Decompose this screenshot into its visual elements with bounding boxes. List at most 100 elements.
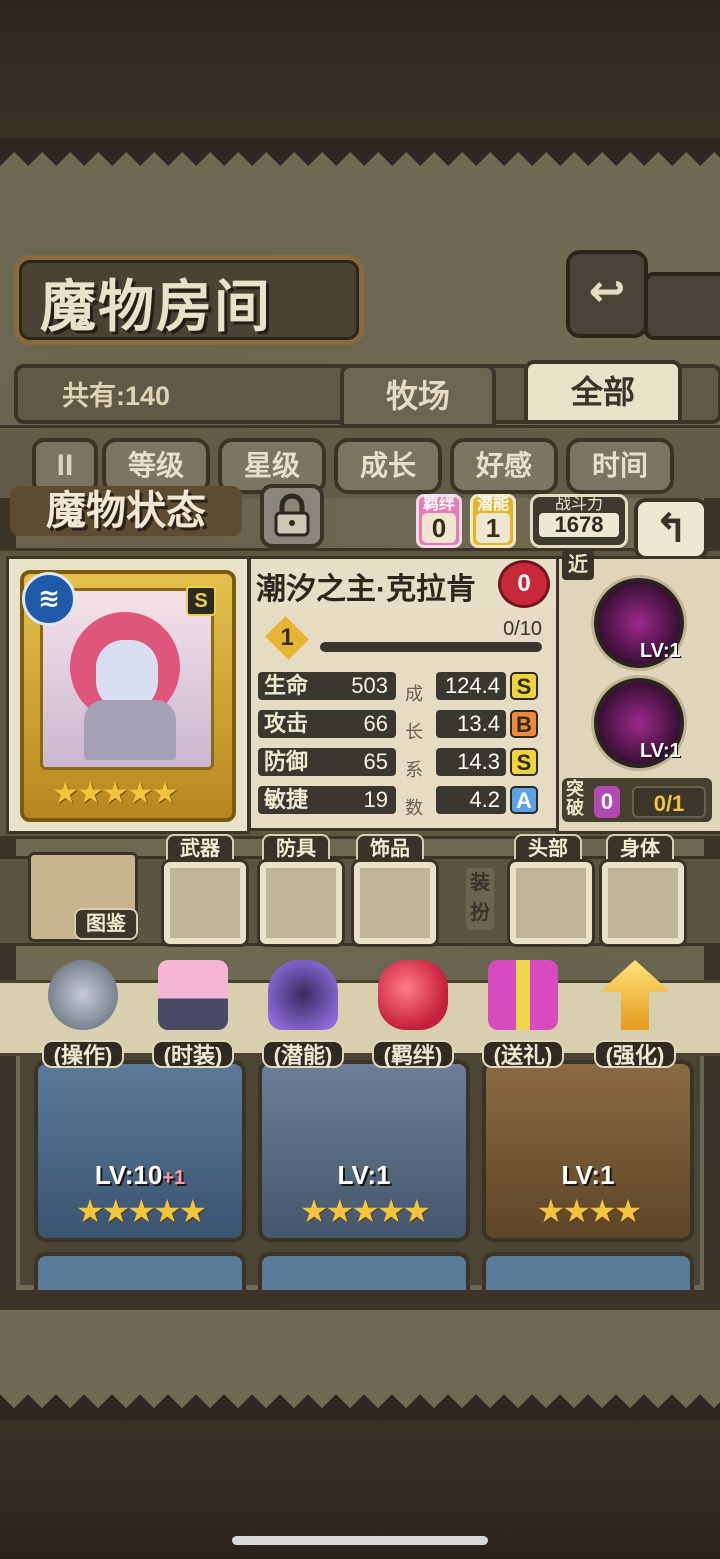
level-text: LV:10 <box>94 1160 163 1190</box>
potential-indicator: 潜能 1 <box>470 494 516 548</box>
page-title: 魔物房间 <box>40 275 272 340</box>
grade-badge-agility: A <box>510 786 538 814</box>
gear-icon <box>48 960 118 1030</box>
stat-key: 敏捷 <box>264 787 309 812</box>
action-label: (送礼) <box>482 1040 564 1068</box>
armor-slot-label: 防具 <box>262 834 330 864</box>
costume-icon <box>158 960 228 1030</box>
power-label: 战斗力 <box>554 496 603 513</box>
skill-level: LV:1 <box>640 640 681 662</box>
hearts-icon <box>378 960 448 1030</box>
lock-icon-graphic <box>274 493 310 537</box>
body-slot-label: 身体 <box>606 834 674 864</box>
stat-key: 防御 <box>264 749 309 774</box>
back-icon[interactable]: ↩ <box>566 250 648 338</box>
action-label: (潜能) <box>262 1040 344 1068</box>
tab-ranch[interactable]: 牧场 <box>340 364 496 428</box>
growth-value-attack: 13.4 <box>436 710 506 738</box>
accessory-slot-label: 饰品 <box>356 834 424 864</box>
shadow-icon <box>268 960 338 1030</box>
monster-card-stars: ★★★★★ <box>299 1193 431 1229</box>
action-label: (操作) <box>42 1040 124 1068</box>
bond-label: 羁绊 <box>422 496 455 513</box>
weapon-slot-label: 武器 <box>166 834 234 864</box>
potential-value: 1 <box>476 513 510 543</box>
frame-bottom <box>0 1290 720 1310</box>
power-value: 1678 <box>539 513 619 537</box>
grade-badge-hp: S <box>510 672 538 700</box>
sort-affection-button[interactable]: 好感 <box>450 438 558 494</box>
costume-button[interactable]: (时装) <box>148 960 238 1068</box>
growth-label-char: 数 <box>405 798 423 818</box>
return-icon[interactable]: ↰ <box>634 498 708 560</box>
action-label: (强化) <box>594 1040 676 1068</box>
monster-card-level: LV:1 <box>337 1160 391 1190</box>
body-slot[interactable] <box>602 862 684 944</box>
skill-level: LV:1 <box>640 740 681 762</box>
weapon-slot[interactable] <box>164 862 246 944</box>
dress-label: 装扮 <box>466 868 494 930</box>
gift-button[interactable]: (送礼) <box>478 960 568 1068</box>
growth-label-char: 长 <box>405 722 423 742</box>
water-element-icon: ≋ <box>22 572 76 626</box>
bond-button[interactable]: (羁绊) <box>368 960 458 1068</box>
breakthrough-label: 突破 <box>566 779 584 818</box>
armor-slot[interactable] <box>260 862 342 944</box>
level-bonus: +1 <box>162 1167 186 1189</box>
potential-label: 潜能 <box>476 496 509 513</box>
sort-growth-button[interactable]: 成长 <box>334 438 442 494</box>
grade-badge-attack: B <box>510 710 538 738</box>
portrait-body <box>84 700 176 760</box>
level-value: 1 <box>280 624 294 651</box>
exp-bar <box>320 642 542 652</box>
power-indicator: 战斗力 1678 <box>530 494 628 548</box>
up-arrow-icon <box>600 960 670 1030</box>
stat-row-attack: 攻击 66 <box>258 710 396 738</box>
zigzag-border-top <box>0 138 720 166</box>
stat-key: 生命 <box>264 673 309 698</box>
lock-icon[interactable] <box>260 484 324 548</box>
growth-value-defense: 14.3 <box>436 748 506 776</box>
operate-button[interactable]: (操作) <box>38 960 128 1068</box>
enhance-button[interactable]: (强化) <box>590 960 680 1068</box>
stat-key: 攻击 <box>264 711 309 736</box>
monster-card-peek[interactable] <box>34 1252 246 1290</box>
status-title: 魔物状态 <box>10 486 242 536</box>
potential-button[interactable]: (潜能) <box>258 960 348 1068</box>
exp-text: 0/10 <box>503 618 542 640</box>
head-slot[interactable] <box>510 862 592 944</box>
stat-value: 19 <box>363 787 388 812</box>
monster-card-peek[interactable] <box>258 1252 470 1290</box>
codex-label[interactable]: 图鉴 <box>74 908 138 940</box>
rank-badge: S <box>186 586 216 616</box>
head-slot-label: 头部 <box>514 834 582 864</box>
star-rating: ★★★★★ <box>52 777 178 810</box>
breakthrough-value: 0 <box>594 786 620 818</box>
monster-card-peek[interactable] <box>482 1252 694 1290</box>
monster-card[interactable]: LV:10+1 ★★★★★ <box>34 1060 246 1242</box>
growth-value-hp: 124.4 <box>436 672 506 700</box>
monster-card-stars: ★★★★ <box>536 1193 643 1229</box>
stat-row-agility: 敏捷 19 <box>258 786 396 814</box>
monster-card[interactable]: LV:1 ★★★★★ <box>258 1060 470 1242</box>
bond-indicator: 羁绊 0 <box>416 494 462 548</box>
stat-value: 503 <box>351 673 388 698</box>
action-label: (时装) <box>152 1040 234 1068</box>
monster-count: 共有:140 <box>62 381 171 411</box>
gift-icon <box>488 960 558 1030</box>
grade-badge-defense: S <box>510 748 538 776</box>
breakthrough-progress[interactable]: 0/1 <box>632 786 706 818</box>
monster-card-stars: ★★★★★ <box>75 1193 207 1229</box>
tab-all[interactable]: 全部 <box>524 360 682 424</box>
accessory-slot[interactable] <box>354 862 436 944</box>
monster-card[interactable]: LV:1 ★★★★ <box>482 1060 694 1242</box>
growth-label-char: 成 <box>405 684 423 704</box>
top-backdrop <box>0 0 720 140</box>
stat-row-defense: 防御 65 <box>258 748 396 776</box>
zigzag-border-bottom <box>0 1394 720 1422</box>
sort-time-button[interactable]: 时间 <box>566 438 674 494</box>
back-button-extension <box>644 272 720 340</box>
bond-value: 0 <box>422 513 456 543</box>
attack-type-badge: 近 <box>562 550 594 580</box>
home-indicator[interactable] <box>232 1536 488 1545</box>
